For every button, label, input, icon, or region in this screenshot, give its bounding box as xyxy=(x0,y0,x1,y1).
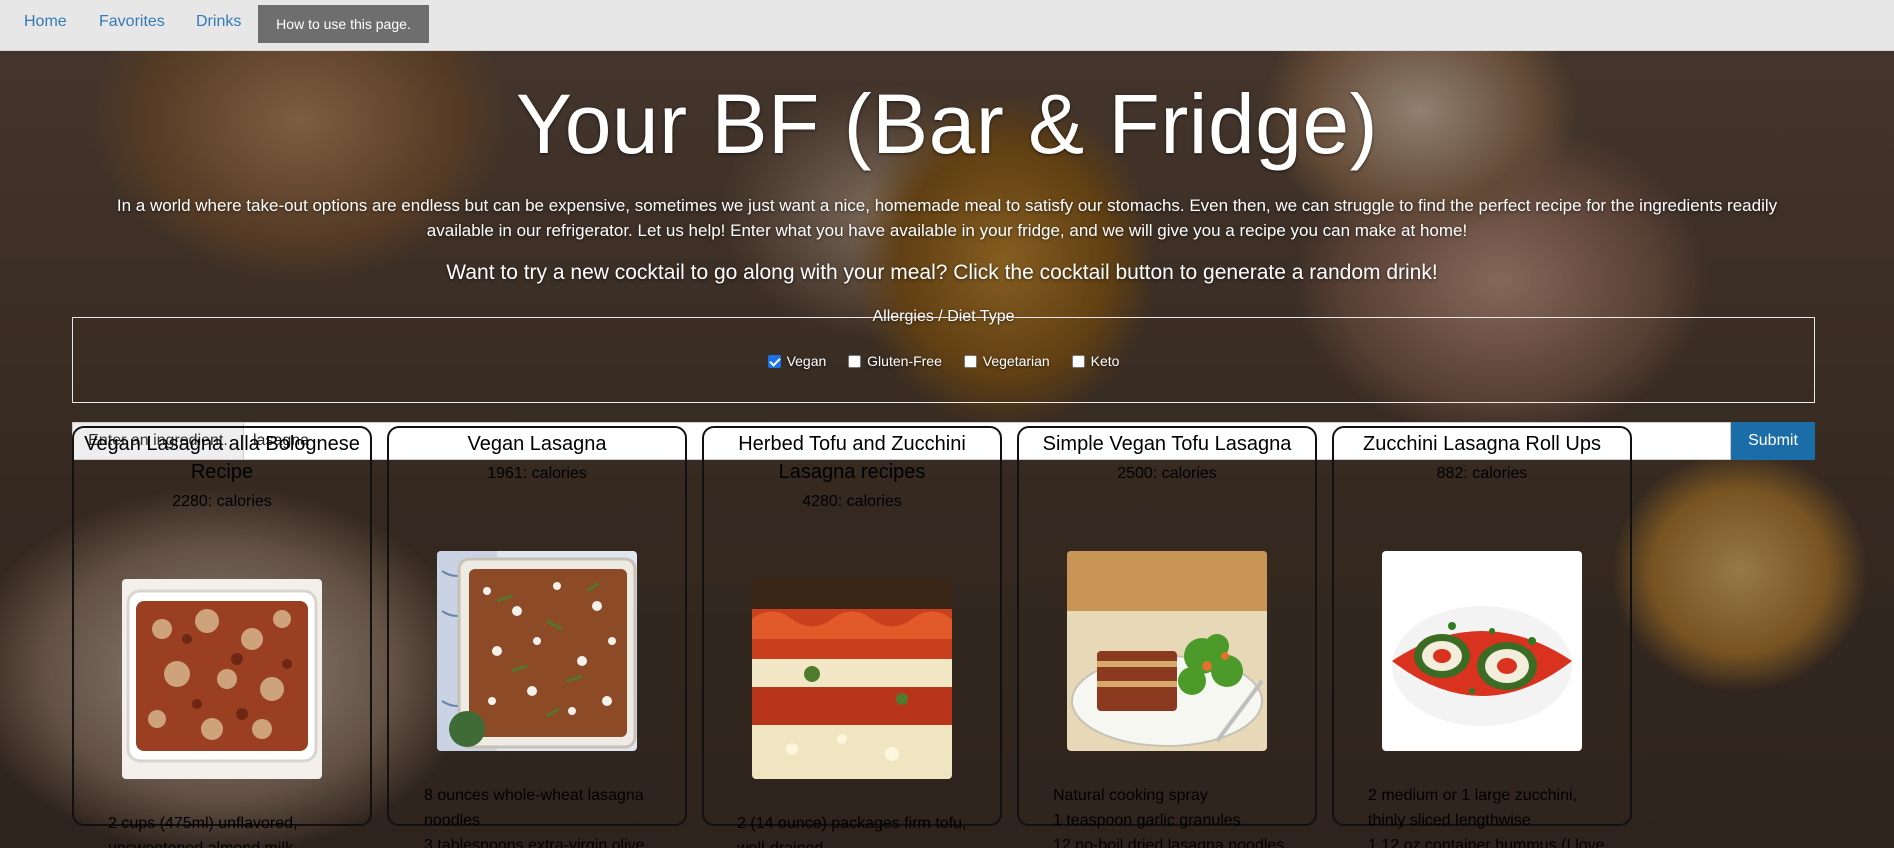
ingredient-line: 1 12 oz container hummus (I love xyxy=(1368,837,1605,848)
vegan-checkbox[interactable] xyxy=(767,355,781,368)
diet-option-label: Gluten-Free xyxy=(867,353,942,369)
ingredient-line: 2 medium or 1 large zucchini, xyxy=(1368,787,1577,804)
recipe-card[interactable]: Herbed Tofu and Zucchini Lasagna recipes… xyxy=(702,426,1002,848)
recipe-image[interactable] xyxy=(1067,551,1267,751)
recipe-calories: 1961: calories xyxy=(487,465,587,482)
recipe-calories: 4280: calories xyxy=(802,493,902,510)
recipe-title: Vegan Lasagna xyxy=(467,433,607,455)
diet-legend: Allergies / Diet Type xyxy=(872,308,1015,325)
help-button[interactable]: How to use this page. xyxy=(258,5,429,43)
nav-drinks-link[interactable]: Drinks xyxy=(196,13,241,31)
diet-options: Vegan Gluten-Free Vegetarian Keto xyxy=(73,353,1814,369)
nav-home-link[interactable]: Home xyxy=(24,13,67,31)
ingredient-line: 3 tablespoons extra-virgin olive xyxy=(424,837,645,848)
recipe-calories: 2280: calories xyxy=(172,493,272,510)
ingredient-line: 2 (14 ounce) packages firm tofu, xyxy=(737,815,967,832)
recipe-image[interactable] xyxy=(437,551,637,751)
recipe-image[interactable] xyxy=(752,579,952,779)
diet-option-label: Vegetarian xyxy=(982,353,1050,369)
ingredient-line: well-drained xyxy=(737,836,977,848)
ingredient-line: noodles xyxy=(424,812,481,829)
keto-checkbox[interactable] xyxy=(1071,355,1085,368)
intro-text: In a world where take-out options are en… xyxy=(116,196,1778,240)
diet-option-gluten-free[interactable]: Gluten-Free xyxy=(848,353,942,369)
diet-option-vegan[interactable]: Vegan xyxy=(767,353,827,369)
ingredient-line: Natural cooking spray xyxy=(1053,787,1208,804)
recipe-title: Vegan Lasagna alla Bolognese Recipe xyxy=(84,433,360,483)
recipe-title: Simple Vegan Tofu Lasagna xyxy=(1042,433,1292,455)
page-title: Your BF (Bar & Fridge) xyxy=(515,77,1379,171)
ingredient-line: 12 no-boil dried lasagna noodles xyxy=(1053,837,1285,848)
recipe-card[interactable]: Simple Vegan Tofu Lasagna 2500: calories… xyxy=(1017,426,1317,848)
recipe-card[interactable]: Zucchini Lasagna Roll Ups 882: calories … xyxy=(1332,426,1632,848)
vegetarian-checkbox[interactable] xyxy=(963,355,977,368)
navbar: Home Favorites Drinks How to use this pa… xyxy=(0,0,1894,51)
recipe-card[interactable]: Vegan Lasagna alla Bolognese Recipe 2280… xyxy=(72,426,372,848)
diet-option-label: Vegan xyxy=(786,353,827,369)
submit-button[interactable]: Submit xyxy=(1731,422,1815,460)
gluten-free-checkbox[interactable] xyxy=(848,355,862,368)
ingredient-line: 8 ounces whole-wheat lasagna xyxy=(424,787,644,804)
recipe-ingredients: 2 cups (475ml) unflavored, unsweetened a… xyxy=(108,811,348,848)
recipe-title: Herbed Tofu and Zucchini Lasagna recipes xyxy=(738,433,966,483)
recipe-image[interactable] xyxy=(122,579,322,779)
diet-option-label: Keto xyxy=(1090,353,1120,369)
ingredient-line: unsweetened almond milk xyxy=(108,836,348,848)
recipe-ingredients: 2 (14 ounce) packages firm tofu, well-dr… xyxy=(737,811,977,848)
diet-fieldset: Allergies / Diet Type Vegan Gluten-Free … xyxy=(72,308,1815,403)
ingredient-line: 1 teaspoon garlic granules xyxy=(1053,812,1241,829)
diet-option-keto[interactable]: Keto xyxy=(1071,353,1120,369)
recipe-title: Zucchini Lasagna Roll Ups xyxy=(1363,433,1601,455)
recipe-card[interactable]: Vegan Lasagna 1961: calories 8 ounces wh… xyxy=(387,426,687,848)
recipe-image[interactable] xyxy=(1382,551,1582,751)
nav-favorites-link[interactable]: Favorites xyxy=(99,13,165,31)
recipe-calories: 882: calories xyxy=(1436,465,1528,482)
ingredient-line: 2 cups (475ml) unflavored, xyxy=(108,815,298,832)
ingredient-line: thinly sliced lengthwise xyxy=(1368,812,1531,829)
recipe-calories: 2500: calories xyxy=(1117,465,1217,482)
cocktail-prompt: Want to try a new cocktail to go along w… xyxy=(446,261,1438,284)
diet-option-vegetarian[interactable]: Vegetarian xyxy=(963,353,1050,369)
recipe-ingredients: 8 ounces whole-wheat lasagna noodles 3 t… xyxy=(424,783,664,848)
recipe-ingredients: 2 medium or 1 large zucchini, thinly sli… xyxy=(1368,783,1608,848)
recipe-ingredients: Natural cooking spray 1 teaspoon garlic … xyxy=(1053,783,1293,848)
